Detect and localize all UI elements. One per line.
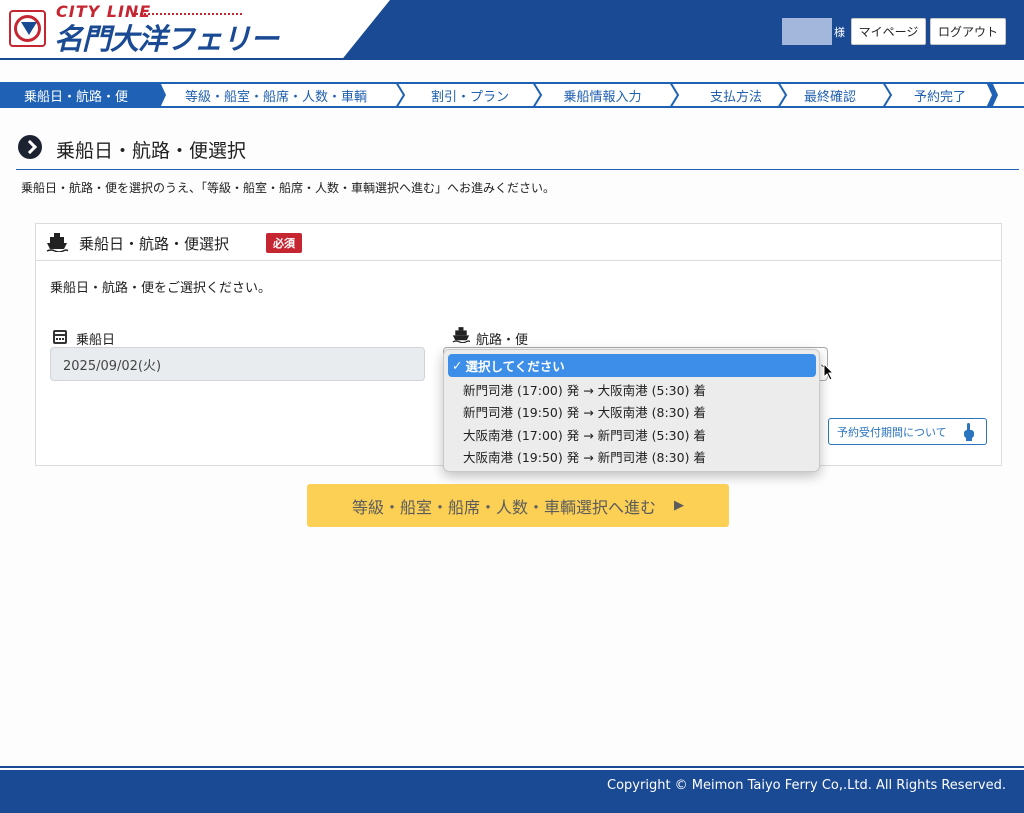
card-description: 乗船日・航路・便をご選択ください。	[50, 281, 272, 296]
route-option[interactable]: 大阪南港 (17:00) 発 → 新門司港 (5:30) 着	[448, 423, 816, 446]
company-logo-icon[interactable]	[9, 10, 46, 47]
footer-divider	[0, 766, 1024, 768]
boarding-date-label: 乗船日	[76, 333, 116, 348]
ship-icon	[46, 233, 68, 252]
logo-triangle	[21, 22, 37, 35]
ship-icon	[452, 327, 470, 343]
checkmark-icon: ✓	[452, 358, 463, 373]
proceed-button[interactable]: 等級・船室・船席・人数・車輌選択へ進む ▶	[307, 484, 729, 527]
option-label: 選択してください	[465, 359, 565, 374]
logo-wave	[132, 11, 242, 15]
step-boarding-info: 乗船情報入力	[563, 89, 642, 105]
mouse-cursor-icon	[823, 363, 835, 381]
reservation-period-label: 予約受付期間について	[837, 425, 947, 439]
step-date-route: 乗船日・航路・便	[0, 84, 152, 106]
step-chevron-icon	[881, 82, 895, 108]
user-honorific: 様	[834, 26, 845, 39]
page-title: 乗船日・航路・便選択	[56, 140, 247, 162]
step-discount-plan: 割引・プラン	[430, 89, 509, 105]
route-dropdown-list: ✓ 選択してください 新門司港 (17:00) 発 → 大阪南港 (5:30) …	[443, 349, 820, 472]
step-chevron-icon	[152, 82, 166, 108]
logout-button[interactable]: ログアウト	[930, 18, 1006, 45]
mypage-button[interactable]: マイページ	[851, 18, 926, 45]
progress-steps: 乗船日・航路・便 等級・船室・船席・人数・車輌 割引・プラン 乗船情報入力 支払…	[0, 82, 1024, 108]
step-chevron-icon	[776, 82, 790, 108]
boarding-date-field[interactable]: 2025/09/02(火)	[50, 347, 425, 381]
logo-company-name[interactable]: 名門大洋フェリー	[54, 16, 279, 58]
step-chevron-icon	[986, 82, 1000, 108]
route-option[interactable]: 大阪南港 (19:50) 発 → 新門司港 (8:30) 着	[448, 445, 816, 468]
route-option-placeholder[interactable]: ✓ 選択してください	[448, 354, 816, 377]
route-option[interactable]: 新門司港 (19:50) 発 → 大阪南港 (8:30) 着	[448, 400, 816, 423]
play-arrow-icon: ▶	[674, 498, 684, 513]
card-header: 乗船日・航路・便選択 必須	[36, 224, 1001, 261]
card-title: 乗船日・航路・便選択	[79, 235, 230, 253]
step-chevron-icon	[668, 82, 682, 108]
step-class-cabin: 等級・船室・船席・人数・車輌	[184, 89, 367, 105]
step-chevron-icon	[531, 82, 545, 108]
step-payment: 支払方法	[709, 89, 762, 105]
pointing-hand-icon	[964, 423, 974, 441]
header-divider	[0, 58, 1024, 60]
page-intro-text: 乗船日・航路・便を選択のうえ、「等級・船室・船席・人数・車輌選択へ進む」へお進み…	[21, 181, 556, 195]
step-complete: 予約完了	[913, 89, 966, 105]
route-option[interactable]: 新門司港 (17:00) 発 → 大阪南港 (5:30) 着	[448, 378, 816, 401]
calendar-icon	[53, 330, 67, 344]
site-footer: Copyright © Meimon Taiyo Ferry Co,.Ltd. …	[0, 770, 1024, 813]
step-final-confirm: 最終確認	[803, 89, 856, 105]
required-badge: 必須	[266, 233, 302, 253]
proceed-label: 等級・船室・船席・人数・車輌選択へ進む	[351, 497, 656, 517]
copyright-text: Copyright © Meimon Taiyo Ferry Co,.Ltd. …	[607, 778, 1006, 793]
route-label: 航路・便	[476, 333, 529, 348]
step-chevron-icon	[394, 82, 408, 108]
user-name-redacted	[782, 18, 832, 45]
reservation-period-button[interactable]: 予約受付期間について	[828, 418, 987, 445]
page-title-section: 乗船日・航路・便選択	[16, 134, 1019, 170]
chevron-circle-icon	[18, 135, 42, 159]
